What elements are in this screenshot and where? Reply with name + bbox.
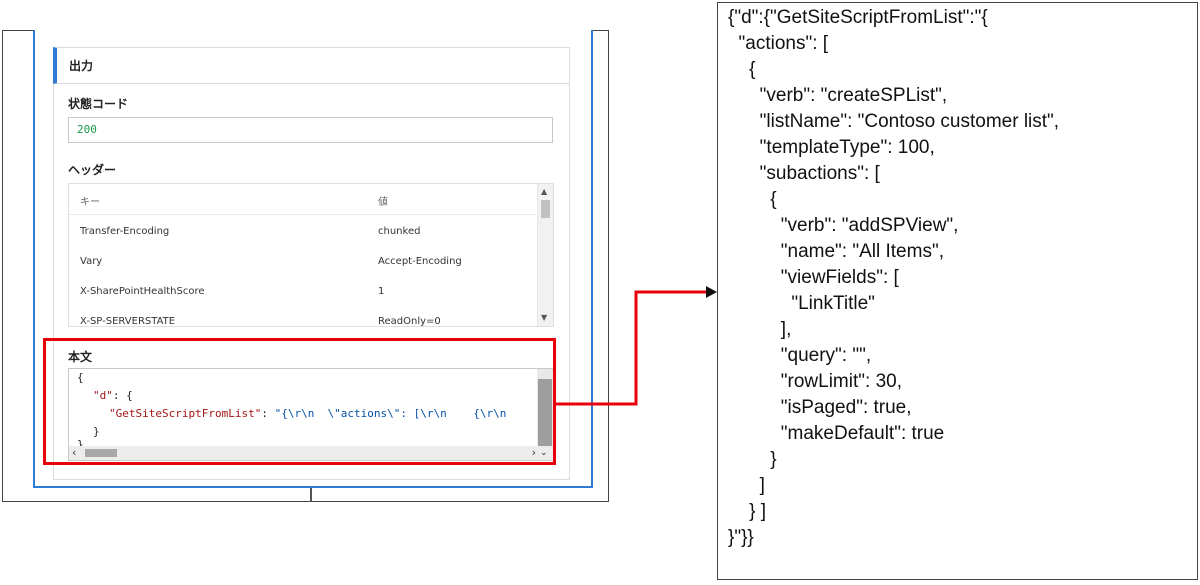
json-line: "name": "All Items", (728, 241, 944, 262)
json-line: ], (728, 319, 792, 340)
json-line: { (728, 59, 756, 80)
json-line: "listName": "Contoso customer list", (728, 111, 1060, 132)
json-line: "query": "", (728, 345, 872, 366)
json-line: "makeDefault": true (728, 423, 945, 444)
json-line: ] (728, 475, 765, 496)
json-line: "verb": "addSPView", (728, 215, 959, 236)
arrow-line (556, 290, 710, 406)
json-line: "viewFields": [ (728, 267, 899, 288)
json-line: "verb": "createSPList", (728, 85, 948, 106)
json-line: "isPaged": true, (728, 397, 912, 418)
json-line: "templateType": 100, (728, 137, 935, 158)
json-line: {"d":{"GetSiteScriptFromList":"{ (728, 7, 988, 28)
arrow-head-icon (706, 286, 717, 298)
json-line: { (728, 189, 777, 210)
expanded-json-panel: {"d":{"GetSiteScriptFromList":"{ "action… (717, 2, 1198, 580)
json-line: } ] (728, 501, 767, 522)
json-line: "rowLimit": 30, (728, 371, 902, 392)
json-line: } (728, 449, 777, 470)
json-line: "actions": [ (728, 33, 829, 54)
json-line: "subactions": [ (728, 163, 880, 184)
json-line: }"}} (728, 527, 754, 548)
json-line: "LinkTitle" (728, 293, 875, 314)
